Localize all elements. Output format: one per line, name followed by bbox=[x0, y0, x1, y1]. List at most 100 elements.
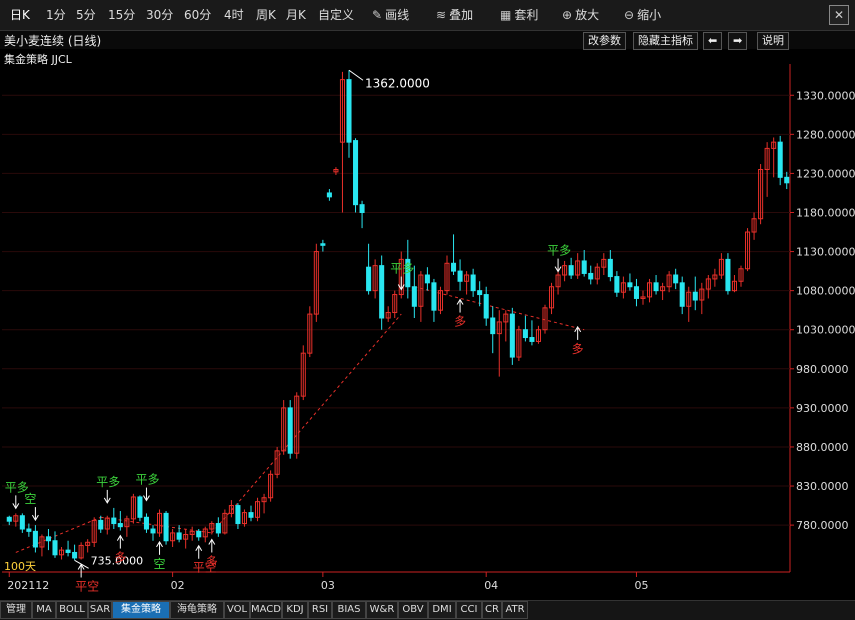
y-tick-label: 1130.0000 bbox=[796, 246, 855, 259]
y-tick-label: 1280.0000 bbox=[796, 128, 855, 141]
x-tick-label: 05 bbox=[634, 579, 648, 592]
candle-body bbox=[653, 282, 659, 292]
candle-body bbox=[176, 532, 182, 540]
candle-body bbox=[483, 294, 489, 319]
candle-body bbox=[627, 282, 633, 288]
candle-body bbox=[457, 270, 463, 282]
signal-label: 多 bbox=[114, 551, 126, 565]
candle-body bbox=[411, 286, 417, 307]
candle-body bbox=[431, 282, 437, 311]
candle-body bbox=[568, 265, 574, 276]
y-tick-label: 880.0000 bbox=[796, 441, 849, 454]
candle-body bbox=[215, 523, 221, 534]
candle-body bbox=[72, 551, 78, 559]
candle-body bbox=[424, 274, 430, 284]
indicator-tab-16[interactable]: ATR bbox=[502, 601, 528, 619]
high-label-leader bbox=[348, 69, 364, 81]
indicator-tab-10[interactable]: BIAS bbox=[332, 601, 366, 619]
signal-label: 平多 bbox=[547, 244, 571, 258]
candle-body bbox=[451, 262, 457, 272]
x-tick-label: 02 bbox=[171, 579, 185, 592]
y-tick-label: 980.0000 bbox=[796, 363, 849, 376]
indicator-tab-6[interactable]: VOL bbox=[224, 601, 250, 619]
candle-body bbox=[359, 204, 365, 213]
indicator-tab-13[interactable]: DMI bbox=[428, 601, 456, 619]
candle-body bbox=[607, 258, 613, 278]
candle-body bbox=[509, 313, 515, 358]
signal-label: 多 bbox=[454, 315, 466, 329]
candle-body bbox=[366, 266, 372, 292]
indicator-tab-1[interactable]: MA bbox=[32, 601, 56, 619]
candle-body bbox=[26, 528, 32, 532]
candle-body bbox=[692, 291, 698, 301]
day-count-label: 100天 bbox=[4, 560, 36, 573]
candle-body bbox=[248, 512, 254, 518]
trend-line bbox=[211, 313, 402, 534]
candlestick-chart[interactable]: 780.0000 830.0000 880.0000 930.0000 980.0000… bbox=[0, 0, 855, 619]
y-tick-label: 780.0000 bbox=[796, 519, 849, 532]
candle-body bbox=[65, 549, 71, 553]
indicator-tab-11[interactable]: W&R bbox=[366, 601, 398, 619]
y-tick-label: 830.0000 bbox=[796, 480, 849, 493]
indicator-tab-4[interactable]: 集金策略 bbox=[112, 601, 170, 619]
indicator-tab-0[interactable]: 管理 bbox=[0, 601, 32, 619]
candle-body bbox=[784, 176, 790, 184]
signal-label: 多 bbox=[206, 554, 218, 568]
indicator-tab-5[interactable]: 海龟策略 bbox=[170, 601, 224, 619]
indicator-tab-7[interactable]: MACD bbox=[250, 601, 282, 619]
candle-body bbox=[588, 272, 594, 280]
candle-body bbox=[581, 260, 587, 274]
x-tick-label: 202112 bbox=[7, 579, 49, 592]
candle-body bbox=[196, 530, 202, 538]
indicator-tab-9[interactable]: RSI bbox=[308, 601, 332, 619]
candle-body bbox=[150, 528, 156, 534]
candle-body bbox=[143, 516, 149, 530]
indicator-tab-15[interactable]: CR bbox=[482, 601, 502, 619]
candle-body bbox=[19, 515, 25, 530]
candle-body bbox=[137, 496, 143, 518]
candle-body bbox=[529, 337, 535, 342]
x-tick-label: 03 bbox=[321, 579, 335, 592]
candle-body bbox=[346, 79, 352, 143]
candle-body bbox=[45, 536, 51, 542]
candle-body bbox=[6, 516, 12, 522]
candle-body bbox=[614, 276, 620, 293]
signal-label: 平多 bbox=[390, 262, 414, 276]
candle-body bbox=[32, 530, 38, 548]
signal-label: 平空 bbox=[75, 579, 99, 593]
candle-body bbox=[633, 286, 639, 299]
candle-body bbox=[477, 290, 483, 296]
candle-body bbox=[163, 512, 169, 542]
candle-body bbox=[326, 192, 332, 198]
candle-body bbox=[679, 282, 685, 307]
candle-body bbox=[117, 523, 123, 528]
signal-label: 平多 bbox=[96, 475, 120, 489]
signal-label: 平多 bbox=[135, 473, 159, 487]
candle-body bbox=[777, 141, 783, 178]
y-tick-label: 930.0000 bbox=[796, 402, 849, 415]
x-tick-label: 04 bbox=[484, 579, 498, 592]
candle-body bbox=[320, 243, 326, 246]
candle-body bbox=[490, 317, 496, 335]
indicator-tab-3[interactable]: SAR bbox=[88, 601, 112, 619]
candle-body bbox=[235, 505, 241, 525]
indicator-tab-14[interactable]: CCI bbox=[456, 601, 482, 619]
candle-body bbox=[353, 140, 359, 206]
signal-label: 多 bbox=[572, 342, 584, 356]
candle-body bbox=[470, 274, 476, 292]
candle-body bbox=[725, 258, 731, 292]
y-tick-label: 1030.0000 bbox=[796, 324, 855, 337]
y-tick-label: 1330.0000 bbox=[796, 89, 855, 102]
indicator-tab-12[interactable]: OBV bbox=[398, 601, 428, 619]
candle-body bbox=[52, 540, 58, 556]
candle-body bbox=[379, 265, 385, 319]
candle-body bbox=[522, 329, 528, 339]
indicator-tab-2[interactable]: BOLL bbox=[56, 601, 88, 619]
y-tick-label: 1180.0000 bbox=[796, 206, 855, 219]
indicator-tab-8[interactable]: KDJ bbox=[282, 601, 308, 619]
candle-body bbox=[673, 274, 679, 284]
signal-label: 空 bbox=[154, 557, 166, 571]
candle-body bbox=[111, 517, 117, 525]
y-tick-label: 1230.0000 bbox=[796, 167, 855, 180]
signal-label: 空 bbox=[24, 492, 36, 506]
